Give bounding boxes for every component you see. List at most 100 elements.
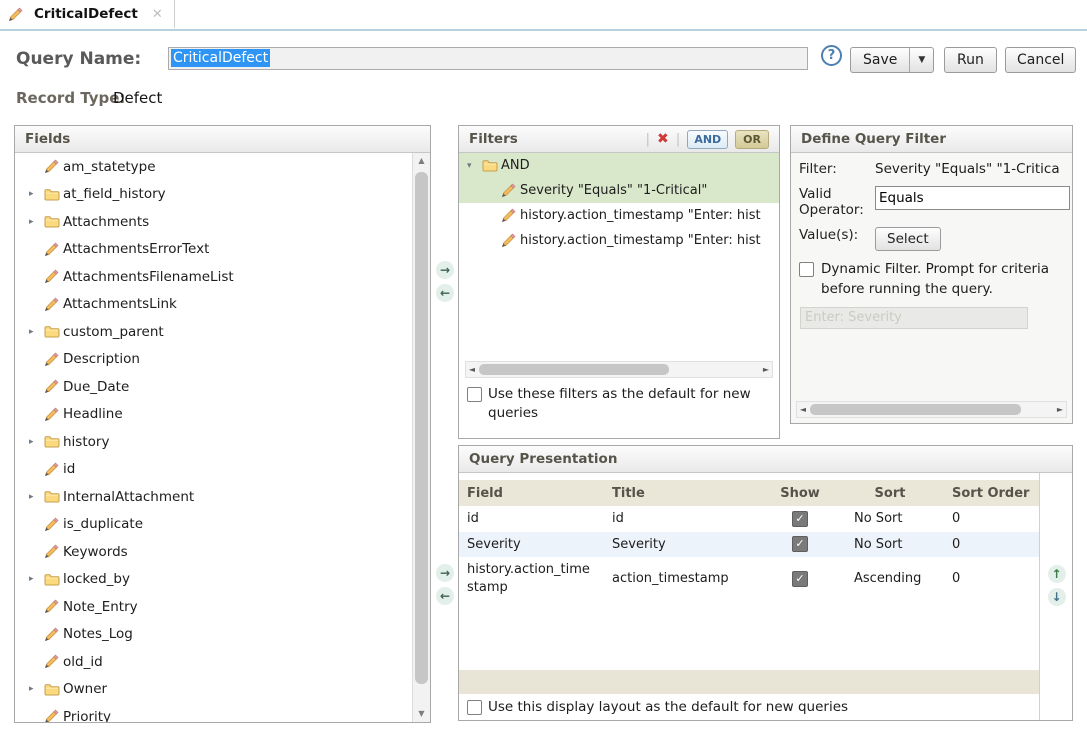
tab-criticaldefect[interactable]: CriticalDefect ✕: [0, 0, 175, 28]
fields-item[interactable]: ▸Owner: [15, 676, 413, 704]
scroll-right-icon[interactable]: ►: [760, 365, 772, 374]
fields-item-label: Description: [63, 351, 140, 367]
filters-default-checkbox[interactable]: [467, 387, 482, 402]
folder-icon: [44, 325, 63, 338]
fields-item[interactable]: ▸history: [15, 428, 413, 456]
pencil-icon: [44, 462, 63, 477]
dynamic-filter-prompt-input: Enter: Severity: [800, 307, 1028, 329]
move-row-up-arrow-icon[interactable]: ↑: [1048, 565, 1066, 583]
define-horizontal-scrollbar[interactable]: ◄ ►: [796, 401, 1067, 418]
fields-item[interactable]: Note_Entry: [15, 593, 413, 621]
cancel-button[interactable]: Cancel: [1005, 47, 1076, 73]
save-split-button: Save ▼: [850, 47, 934, 73]
scroll-up-icon[interactable]: ▲: [413, 153, 430, 169]
expand-collapsed-icon[interactable]: ▸: [29, 684, 44, 694]
save-button[interactable]: Save: [851, 48, 909, 72]
add-to-presentation-arrow-icon[interactable]: →: [436, 564, 454, 582]
presentation-row[interactable]: SeveritySeverity✓No Sort0: [459, 532, 1039, 558]
column-header: Field: [459, 482, 604, 505]
fields-item[interactable]: ▸locked_by: [15, 566, 413, 594]
filter-value: Severity "Equals" "1-Critica: [875, 161, 1072, 177]
scrollbar-thumb[interactable]: [810, 404, 1021, 415]
scrollbar-thumb[interactable]: [415, 172, 428, 684]
expand-expanded-icon[interactable]: ▾: [467, 161, 482, 171]
save-dropdown-icon[interactable]: ▼: [909, 48, 933, 72]
expand-collapsed-icon[interactable]: ▸: [29, 574, 44, 584]
filters-panel: Filters | ✖ | AND OR ▾ANDSeverity "Equal…: [458, 125, 780, 439]
scroll-left-icon[interactable]: ◄: [797, 405, 809, 414]
pencil-icon: [44, 709, 63, 722]
filter-row[interactable]: history.action_timestamp "Enter: hist: [459, 228, 779, 253]
delete-filter-icon[interactable]: ✖: [657, 131, 669, 147]
presentation-panel-header: Query Presentation: [459, 446, 1072, 473]
pencil-icon: [44, 544, 63, 559]
fields-vertical-scrollbar[interactable]: ▲ ▼: [412, 153, 430, 722]
expand-collapsed-icon[interactable]: ▸: [29, 217, 44, 227]
scroll-left-icon[interactable]: ◄: [466, 365, 478, 374]
fields-item[interactable]: Description: [15, 346, 413, 374]
expand-collapsed-icon[interactable]: ▸: [29, 327, 44, 337]
cell-title: action_timestamp: [604, 567, 756, 590]
scroll-down-icon[interactable]: ▼: [413, 706, 430, 722]
filters-default-label: Use these filters as the default for new…: [488, 385, 771, 423]
fields-item-label: Note_Entry: [63, 599, 138, 615]
fields-item[interactable]: is_duplicate: [15, 511, 413, 539]
fields-item[interactable]: id: [15, 456, 413, 484]
presentation-transfer-arrows: → ←: [436, 564, 454, 605]
expand-collapsed-icon[interactable]: ▸: [29, 437, 44, 447]
dynamic-filter-checkbox[interactable]: [799, 262, 814, 277]
fields-item[interactable]: am_statetype: [15, 153, 413, 181]
values-label: Value(s):: [799, 227, 875, 243]
fields-item[interactable]: ▸InternalAttachment: [15, 483, 413, 511]
fields-item[interactable]: Headline: [15, 401, 413, 429]
fields-item-label: Attachments: [63, 214, 149, 230]
close-icon[interactable]: ✕: [152, 7, 163, 22]
fields-item[interactable]: AttachmentsFilenameList: [15, 263, 413, 291]
pencil-icon: [44, 352, 63, 367]
filters-horizontal-scrollbar[interactable]: ◄ ►: [465, 361, 773, 378]
filter-row[interactable]: history.action_timestamp "Enter: hist: [459, 203, 779, 228]
filters-default-row: Use these filters as the default for new…: [459, 378, 779, 423]
operator-input[interactable]: [875, 186, 1070, 210]
check-icon: ✓: [795, 572, 804, 585]
and-operator-button[interactable]: AND: [687, 130, 728, 149]
fields-item[interactable]: AttachmentsErrorText: [15, 236, 413, 264]
remove-from-filters-arrow-icon[interactable]: ←: [436, 284, 454, 302]
filter-row[interactable]: Severity "Equals" "1-Critical": [459, 178, 779, 203]
query-presentation-panel: Query Presentation FieldTitleShowSortSor…: [458, 445, 1073, 721]
fields-item[interactable]: Notes_Log: [15, 621, 413, 649]
fields-item[interactable]: ▸ Attachments: [15, 208, 413, 236]
show-checkbox[interactable]: ✓: [792, 536, 808, 552]
scrollbar-thumb[interactable]: [479, 364, 669, 375]
cell-sort: Ascending: [844, 567, 944, 590]
help-icon[interactable]: ?: [821, 45, 842, 66]
expand-collapsed-icon[interactable]: ▸: [29, 189, 44, 199]
fields-item[interactable]: ▸ at_field_history: [15, 181, 413, 209]
presentation-row[interactable]: history.action_timestampaction_timestamp…: [459, 557, 1039, 600]
scroll-right-icon[interactable]: ►: [1054, 405, 1066, 414]
move-row-down-arrow-icon[interactable]: ↓: [1048, 588, 1066, 606]
fields-item[interactable]: old_id: [15, 648, 413, 676]
fields-item[interactable]: Due_Date: [15, 373, 413, 401]
filter-group-row[interactable]: ▾AND: [459, 153, 779, 178]
query-name-input[interactable]: CriticalDefect: [168, 47, 808, 70]
add-to-filters-arrow-icon[interactable]: →: [436, 261, 454, 279]
fields-item[interactable]: ▸custom_parent: [15, 318, 413, 346]
fields-item-label: Keywords: [63, 544, 128, 560]
fields-item[interactable]: Priority: [15, 703, 413, 722]
run-button[interactable]: Run: [944, 47, 997, 73]
presentation-default-checkbox[interactable]: [467, 700, 482, 715]
query-name-label: Query Name:: [16, 49, 141, 69]
fields-item[interactable]: Keywords: [15, 538, 413, 566]
show-checkbox[interactable]: ✓: [792, 571, 808, 587]
fields-item-label: at_field_history: [63, 186, 166, 202]
remove-from-presentation-arrow-icon[interactable]: ←: [436, 587, 454, 605]
or-operator-button[interactable]: OR: [735, 130, 769, 149]
expand-collapsed-icon[interactable]: ▸: [29, 492, 44, 502]
fields-item[interactable]: AttachmentsLink: [15, 291, 413, 319]
select-values-button[interactable]: Select: [875, 227, 941, 251]
presentation-row[interactable]: idid✓No Sort0: [459, 506, 1039, 532]
dynamic-filter-label: Dynamic Filter. Prompt for criteria befo…: [821, 260, 1058, 299]
show-checkbox[interactable]: ✓: [792, 511, 808, 527]
pencil-icon: [44, 517, 63, 532]
